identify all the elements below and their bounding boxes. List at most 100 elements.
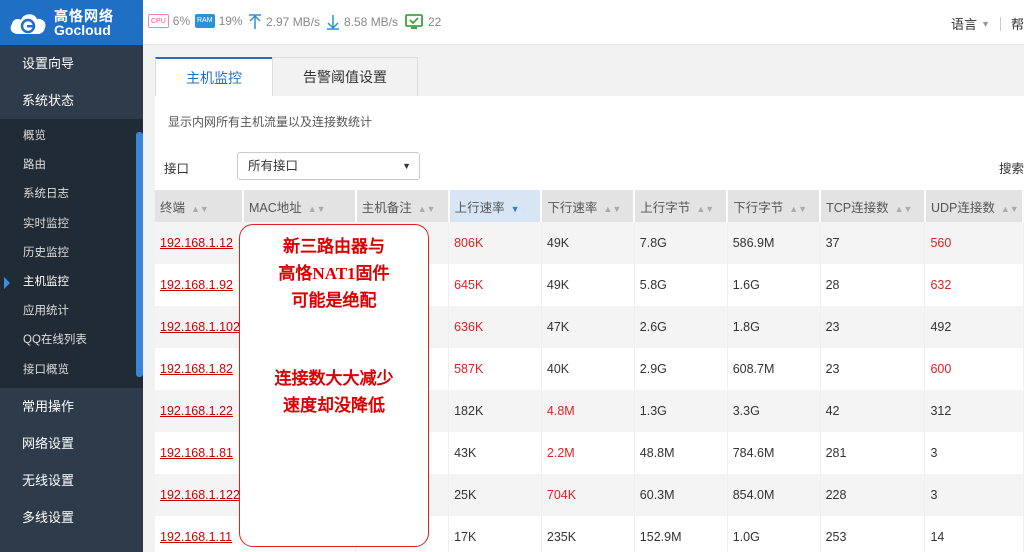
- tab-bar: 主机监控 告警阈值设置: [155, 57, 418, 96]
- search-label: 搜索: [998, 162, 1024, 176]
- sidebar-item-multiline-settings[interactable]: 多线设置: [0, 498, 143, 536]
- host-ip-link[interactable]: 192.168.1.11: [160, 530, 232, 544]
- interface-select[interactable]: 所有接口 ▼: [237, 152, 420, 180]
- host-ip-link[interactable]: 192.168.1.82: [160, 362, 233, 376]
- sidebar-item-routing[interactable]: 路由: [0, 151, 143, 180]
- udp-cell: 312: [924, 390, 1024, 432]
- cpu-usage: CPU 6%: [148, 14, 190, 28]
- udp-cell: 3: [924, 474, 1024, 516]
- tcp-cell: 28: [820, 264, 926, 306]
- down-bytes-cell: 586.9M: [727, 222, 821, 264]
- sidebar-item-host-monitor[interactable]: 主机监控: [0, 268, 143, 297]
- cpu-icon: CPU: [148, 14, 169, 28]
- tcp-cell: 281: [820, 432, 926, 474]
- sidebar-submenu-system-status: 概览 路由 系统日志 实时监控 历史监控 主机监控 应用统计 QQ在线列表 接口…: [0, 119, 143, 388]
- up-rate-cell: 645K: [448, 264, 542, 306]
- up-rate-cell: 25K: [448, 474, 542, 516]
- host-ip-link[interactable]: 192.168.1.92: [160, 278, 233, 292]
- active-indicator-icon: [4, 276, 10, 289]
- up-rate-cell: 806K: [448, 222, 542, 264]
- sort-icon: ▲▼: [789, 203, 808, 214]
- sidebar-scrollbar[interactable]: [136, 132, 143, 377]
- down-rate-cell: 4.8M: [541, 390, 635, 432]
- brand-logo[interactable]: 高恪网络 Gocloud: [0, 0, 143, 45]
- sidebar-item-network-settings[interactable]: 网络设置: [0, 424, 143, 462]
- sidebar-item-app-stats[interactable]: 应用统计: [0, 297, 143, 326]
- down-bytes-cell: 608.7M: [727, 348, 821, 390]
- sidebar-item-system-status[interactable]: 系统状态: [0, 82, 143, 119]
- upload-arrow-icon: [249, 14, 261, 29]
- upload-rate: 2.97 MB/s: [248, 14, 320, 30]
- host-ip-link[interactable]: 192.168.1.12: [160, 236, 233, 250]
- down-rate-cell: 704K: [541, 474, 635, 516]
- annotation-line: 速度却没降低: [283, 396, 385, 415]
- tab-host-monitor[interactable]: 主机监控: [155, 57, 273, 96]
- down-rate-cell: 2.2M: [541, 432, 635, 474]
- up-bytes-cell: 60.3M: [634, 474, 728, 516]
- tcp-cell: 42: [820, 390, 926, 432]
- table-header-row: 终端 ▲▼ MAC地址 ▲▼ 主机备注 ▲▼ 上行速率 ▼ 下行速率 ▲▼ 上行字节 ▲▼ …: [155, 190, 1024, 222]
- down-bytes-cell: 1.8G: [727, 306, 821, 348]
- sidebar-item-realtime-monitor[interactable]: 实时监控: [0, 210, 143, 239]
- tcp-cell: 23: [820, 306, 926, 348]
- col-header-mac[interactable]: MAC地址 ▲▼: [242, 190, 357, 222]
- up-bytes-cell: 48.8M: [634, 432, 728, 474]
- sidebar-item-system-log[interactable]: 系统日志: [0, 180, 143, 209]
- down-bytes-cell: 1.6G: [727, 264, 821, 306]
- ram-value: 19%: [218, 14, 243, 28]
- sidebar-item-overview[interactable]: 概览: [0, 122, 143, 151]
- col-header-udp[interactable]: UDP连接数 ▲▼: [924, 190, 1024, 222]
- up-rate-cell: 43K: [448, 432, 542, 474]
- panel-description: 显示内网所有主机流量以及连接数统计: [168, 115, 373, 129]
- sort-icon: ▲▼: [603, 203, 622, 214]
- sidebar: 设置向导 系统状态 概览 路由 系统日志 实时监控 历史监控 主机监控 应用统计…: [0, 45, 143, 552]
- tab-alert-threshold[interactable]: 告警阈值设置: [272, 57, 418, 96]
- col-header-host-note[interactable]: 主机备注 ▲▼: [355, 190, 450, 222]
- top-bar: 高恪网络 Gocloud CPU 6% RAM 19% 2.97 MB/s 8.…: [0, 0, 1024, 45]
- connection-value: 22: [428, 15, 442, 29]
- help-menu[interactable]: 帮: [1011, 14, 1024, 33]
- tcp-cell: 253: [820, 516, 926, 552]
- down-bytes-cell: 1.0G: [727, 516, 821, 552]
- up-bytes-cell: 2.6G: [634, 306, 728, 348]
- sort-icon: ▲▼: [191, 203, 209, 214]
- sort-desc-icon: ▼: [510, 203, 520, 214]
- up-bytes-cell: 1.3G: [634, 390, 728, 432]
- col-header-tcp[interactable]: TCP连接数 ▲▼: [820, 190, 926, 222]
- sidebar-item-wireless-settings[interactable]: 无线设置: [0, 461, 143, 499]
- sidebar-item-common-ops[interactable]: 常用操作: [0, 387, 143, 425]
- tcp-cell: 228: [820, 474, 926, 516]
- up-rate-cell: 182K: [448, 390, 542, 432]
- host-ip-link[interactable]: 192.168.1.122: [160, 488, 240, 502]
- ram-usage: RAM 19%: [195, 14, 243, 28]
- col-header-up-bytes[interactable]: 上行字节 ▲▼: [634, 190, 729, 222]
- interface-select-value: 所有接口: [248, 159, 299, 173]
- interface-filter-label: 接口: [164, 162, 190, 176]
- down-rate-cell: 40K: [541, 348, 635, 390]
- sidebar-item-interface-overview[interactable]: 接口概览: [0, 356, 143, 385]
- language-menu[interactable]: 语言: [951, 14, 977, 33]
- sidebar-item-setup-wizard[interactable]: 设置向导: [0, 45, 143, 82]
- down-rate-cell: 49K: [541, 264, 635, 306]
- divider: [999, 16, 1001, 31]
- connection-count: 22: [405, 14, 441, 30]
- col-header-terminal[interactable]: 终端 ▲▼: [155, 190, 244, 222]
- sidebar-item-qq-online[interactable]: QQ在线列表: [0, 326, 143, 355]
- brand-name-en: Gocloud: [54, 21, 111, 38]
- col-header-down-bytes[interactable]: 下行字节 ▲▼: [727, 190, 822, 222]
- sort-icon: ▲▼: [696, 203, 715, 214]
- cloud-logo-icon: [8, 8, 48, 38]
- udp-cell: 560: [924, 222, 1024, 264]
- ram-icon: RAM: [195, 14, 215, 28]
- host-ip-link[interactable]: 192.168.1.22: [160, 404, 233, 418]
- host-ip-link[interactable]: 192.168.1.102: [160, 320, 240, 334]
- col-header-down-rate[interactable]: 下行速率 ▲▼: [541, 190, 636, 222]
- annotation-line: 连接数大大减少: [274, 369, 394, 388]
- up-bytes-cell: 152.9M: [634, 516, 728, 552]
- sidebar-item-history-monitor[interactable]: 历史监控: [0, 239, 143, 268]
- col-header-up-rate[interactable]: 上行速率 ▼: [448, 190, 543, 222]
- annotation-line: 高恪NAT1固件: [278, 264, 390, 283]
- udp-cell: 632: [924, 264, 1024, 306]
- host-ip-link[interactable]: 192.168.1.81: [160, 446, 233, 460]
- down-rate-cell: 47K: [541, 306, 635, 348]
